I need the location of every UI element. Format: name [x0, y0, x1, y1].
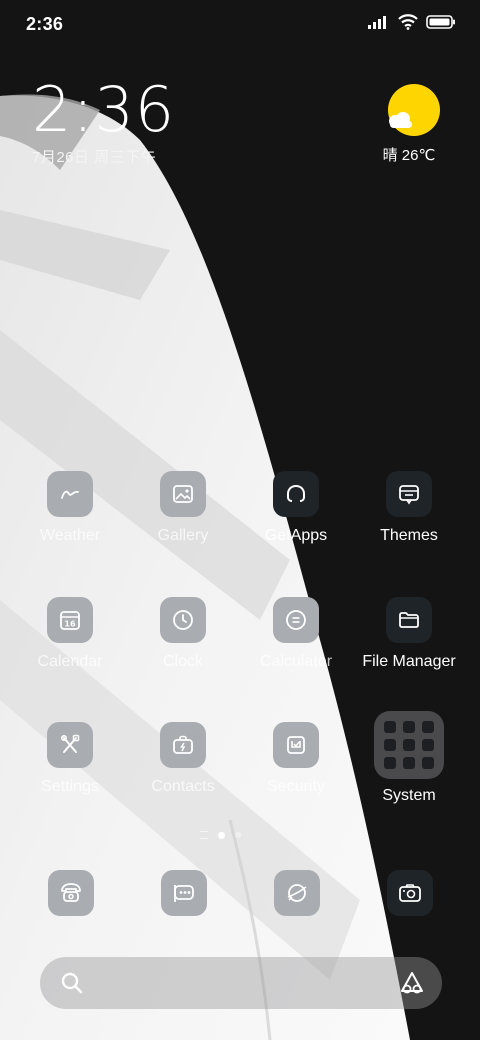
- search-bar[interactable]: [40, 957, 442, 1011]
- app-label: File Manager: [362, 653, 456, 670]
- calendar-day-number: 16: [64, 620, 76, 629]
- status-icons: [368, 14, 456, 30]
- signal-icon: [368, 16, 386, 29]
- folder-mini-app-icon: [384, 721, 396, 733]
- settings-icon: [47, 722, 93, 768]
- app-label: System: [382, 787, 436, 804]
- wifi-icon: [398, 14, 418, 30]
- weather-widget[interactable]: 晴 26℃: [383, 84, 444, 165]
- folder-icon: [386, 597, 432, 643]
- app-clock[interactable]: Clock: [127, 597, 239, 671]
- app-label: Weather: [39, 527, 101, 544]
- phone-icon: [61, 883, 81, 902]
- app-file-manager[interactable]: File Manager: [353, 597, 465, 671]
- clock-icon: [160, 597, 206, 643]
- getapps-icon: [273, 471, 319, 517]
- app-label: Gallery: [157, 527, 209, 544]
- page-dot: [235, 832, 241, 838]
- weather-icon: [47, 471, 93, 517]
- dock-browser[interactable]: [274, 870, 320, 916]
- assistant-icon[interactable]: [398, 969, 426, 997]
- folder-mini-app-icon: [384, 757, 396, 769]
- folder-mini-app-icon: [403, 721, 415, 733]
- app-themes[interactable]: Themes: [353, 471, 465, 545]
- sunny-cloud-icon: [388, 84, 440, 136]
- security-icon: [273, 722, 319, 768]
- contacts-icon: [160, 722, 206, 768]
- app-label: Clock: [162, 653, 203, 670]
- folder-mini-app-icon: [403, 757, 415, 769]
- app-gallery[interactable]: Gallery: [127, 471, 239, 545]
- app-label: Contacts: [151, 778, 215, 795]
- status-time: 2:36: [26, 14, 64, 34]
- app-label: Themes: [380, 527, 438, 544]
- app-contacts[interactable]: Contacts: [127, 722, 239, 796]
- browser-icon: [287, 884, 307, 902]
- widget-time: 2:36: [32, 73, 176, 146]
- app-label: Calendar: [37, 653, 103, 670]
- battery-icon: [426, 15, 455, 29]
- app-getapps[interactable]: GetApps: [240, 471, 352, 545]
- app-calculator[interactable]: Calculator: [240, 597, 352, 671]
- app-security[interactable]: Security: [240, 722, 352, 796]
- search-input[interactable]: [96, 957, 390, 1011]
- clock-widget[interactable]: 2:36 7月26日 周三下午: [32, 78, 175, 167]
- messages-icon: [174, 885, 194, 902]
- calculator-icon: [273, 597, 319, 643]
- dock-camera[interactable]: [387, 870, 433, 916]
- widget-date: 7月26日 周三下午: [32, 149, 157, 166]
- page-indicator[interactable]: [200, 830, 246, 840]
- camera-icon: [399, 884, 421, 902]
- folder-mini-app-icon: [384, 739, 396, 751]
- app-weather[interactable]: Weather: [14, 471, 126, 545]
- folder-mini-app-icon: [422, 739, 434, 751]
- page-list-icon: [200, 831, 208, 839]
- app-label: Security: [267, 778, 325, 795]
- app-calendar[interactable]: 16 Calendar: [14, 597, 126, 671]
- search-icon[interactable]: [60, 971, 84, 995]
- weather-text: 晴 26℃: [382, 147, 436, 164]
- system-folder-icon: [374, 711, 444, 779]
- status-bar: 2:36: [0, 0, 480, 50]
- folder-mini-app-icon: [403, 739, 415, 751]
- app-system-folder[interactable]: System: [353, 711, 465, 805]
- folder-mini-app-icon: [422, 721, 434, 733]
- themes-icon: [386, 471, 432, 517]
- dock-phone[interactable]: [48, 870, 94, 916]
- app-label: GetApps: [264, 527, 328, 544]
- app-label: Settings: [41, 778, 99, 795]
- folder-mini-app-icon: [422, 757, 434, 769]
- page-dot-active: [218, 831, 225, 839]
- calendar-icon: 16: [47, 597, 93, 643]
- dock-messages[interactable]: [161, 870, 207, 916]
- app-label: Calculator: [259, 653, 333, 670]
- gallery-icon: [160, 471, 206, 517]
- app-settings[interactable]: Settings: [14, 722, 126, 796]
